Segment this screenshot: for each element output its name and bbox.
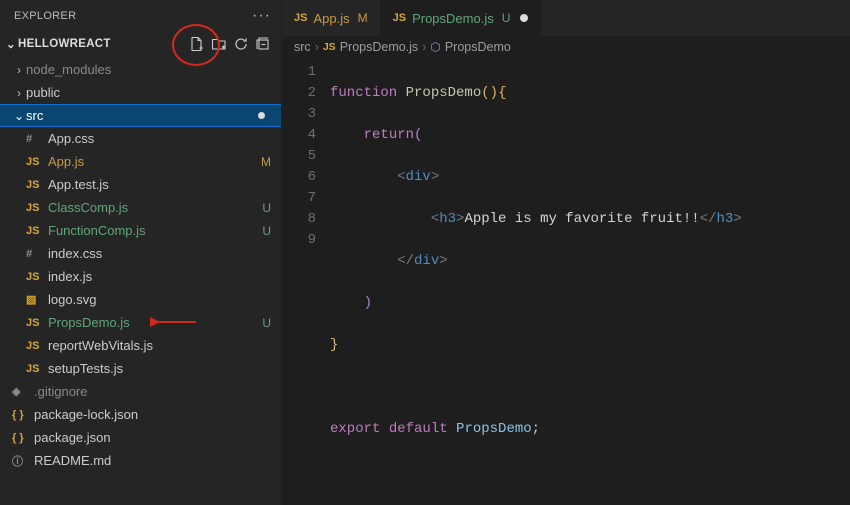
modified-dot-icon: [258, 112, 265, 119]
file-index-css[interactable]: # index.css: [0, 242, 281, 265]
js-icon: JS: [26, 363, 44, 375]
file-app-js[interactable]: JS App.js M: [0, 150, 281, 173]
js-icon: JS: [323, 41, 336, 53]
file-label: index.js: [48, 269, 92, 284]
js-icon: JS: [26, 271, 44, 283]
tab-bar: JS App.js M JS PropsDemo.js U: [282, 0, 850, 36]
explorer-more-icon[interactable]: ···: [252, 7, 271, 25]
project-header[interactable]: ⌄ HELLOWREACT: [0, 32, 281, 56]
code-content[interactable]: function PropsDemo(){ return( <div> <h3>…: [330, 62, 850, 505]
js-icon: JS: [294, 12, 307, 24]
js-icon: JS: [26, 179, 44, 191]
file-gitignore[interactable]: ◈ .gitignore: [0, 380, 281, 403]
git-modified-badge: M: [261, 155, 271, 169]
explorer-title: EXPLORER: [14, 10, 76, 22]
chevron-down-icon: ⌄: [4, 37, 18, 51]
file-label: index.css: [48, 246, 102, 261]
unsaved-dot-icon: [520, 14, 528, 22]
file-label: PropsDemo.js: [48, 315, 130, 330]
breadcrumb-folder: src: [294, 40, 311, 54]
folder-label: src: [26, 108, 43, 123]
js-icon: JS: [26, 340, 44, 352]
project-actions: [189, 36, 275, 52]
file-package-lock[interactable]: { } package-lock.json: [0, 403, 281, 426]
folder-node-modules[interactable]: › node_modules: [0, 58, 281, 81]
file-index-js[interactable]: JS index.js: [0, 265, 281, 288]
new-folder-icon[interactable]: [211, 36, 227, 52]
file-package-json[interactable]: { } package.json: [0, 426, 281, 449]
info-icon: ⓘ: [12, 453, 30, 469]
file-label: package-lock.json: [34, 407, 138, 422]
file-label: .gitignore: [34, 384, 87, 399]
new-file-icon[interactable]: [189, 36, 205, 52]
js-icon: JS: [26, 317, 44, 329]
folder-label: node_modules: [26, 62, 111, 77]
js-icon: JS: [26, 225, 44, 237]
file-logo-svg[interactable]: ▧ logo.svg: [0, 288, 281, 311]
file-label: App.css: [48, 131, 94, 146]
folder-public[interactable]: › public: [0, 81, 281, 104]
file-label: App.js: [48, 154, 84, 169]
breadcrumb-file: PropsDemo.js: [340, 40, 419, 54]
git-untracked-badge: U: [262, 224, 271, 238]
breadcrumb[interactable]: src › JS PropsDemo.js › ⬡ PropsDemo: [282, 36, 850, 58]
tab-label: App.js: [313, 11, 349, 26]
js-icon: JS: [393, 12, 406, 24]
file-label: setupTests.js: [48, 361, 123, 376]
folder-src[interactable]: ⌄ src: [0, 104, 281, 127]
symbol-icon: ⬡: [430, 40, 440, 54]
file-label: reportWebVitals.js: [48, 338, 153, 353]
git-icon: ◈: [12, 385, 30, 398]
file-app-test-js[interactable]: JS App.test.js: [0, 173, 281, 196]
chevron-down-icon: ⌄: [12, 109, 26, 123]
tab-app-js[interactable]: JS App.js M: [282, 0, 381, 36]
json-icon: { }: [12, 432, 30, 444]
css-icon: #: [26, 133, 44, 145]
js-icon: JS: [26, 156, 44, 168]
file-label: App.test.js: [48, 177, 109, 192]
file-label: package.json: [34, 430, 111, 445]
collapse-all-icon[interactable]: [255, 36, 271, 52]
file-readme[interactable]: ⓘ README.md: [0, 449, 281, 472]
file-setup-tests[interactable]: JS setupTests.js: [0, 357, 281, 380]
folder-label: public: [26, 85, 60, 100]
file-tree: › node_modules › public ⌄ src # App.css …: [0, 56, 281, 505]
svg-icon: ▧: [26, 293, 44, 306]
css-icon: #: [26, 248, 44, 260]
file-report-web-vitals[interactable]: JS reportWebVitals.js: [0, 334, 281, 357]
chevron-right-icon: ›: [12, 86, 26, 100]
project-name: HELLOWREACT: [18, 38, 111, 50]
file-label: ClassComp.js: [48, 200, 128, 215]
editor-area: JS App.js M JS PropsDemo.js U src › JS P…: [282, 0, 850, 505]
annotation-arrow-icon: [150, 313, 200, 331]
git-modified-badge: M: [358, 11, 368, 25]
tab-label: PropsDemo.js: [412, 11, 494, 26]
file-label: logo.svg: [48, 292, 96, 307]
git-untracked-badge: U: [262, 201, 271, 215]
js-icon: JS: [26, 202, 44, 214]
file-label: README.md: [34, 453, 111, 468]
json-icon: { }: [12, 409, 30, 421]
file-app-css[interactable]: # App.css: [0, 127, 281, 150]
explorer-sidebar: EXPLORER ··· ⌄ HELLOWREACT: [0, 0, 282, 505]
git-untracked-badge: U: [502, 11, 511, 25]
git-untracked-badge: U: [262, 316, 271, 330]
chevron-right-icon: ›: [422, 40, 426, 54]
file-function-comp[interactable]: JS FunctionComp.js U: [0, 219, 281, 242]
code-editor[interactable]: 1 2 3 4 5 6 7 8 9 function PropsDemo(){ …: [282, 58, 850, 505]
line-gutter: 1 2 3 4 5 6 7 8 9: [282, 62, 330, 505]
file-props-demo[interactable]: JS PropsDemo.js U: [0, 311, 281, 334]
explorer-header: EXPLORER ···: [0, 0, 281, 32]
refresh-icon[interactable]: [233, 36, 249, 52]
tab-props-demo[interactable]: JS PropsDemo.js U: [381, 0, 542, 36]
chevron-right-icon: ›: [12, 63, 26, 77]
breadcrumb-symbol: PropsDemo: [445, 40, 511, 54]
file-class-comp[interactable]: JS ClassComp.js U: [0, 196, 281, 219]
file-label: FunctionComp.js: [48, 223, 146, 238]
chevron-right-icon: ›: [315, 40, 319, 54]
